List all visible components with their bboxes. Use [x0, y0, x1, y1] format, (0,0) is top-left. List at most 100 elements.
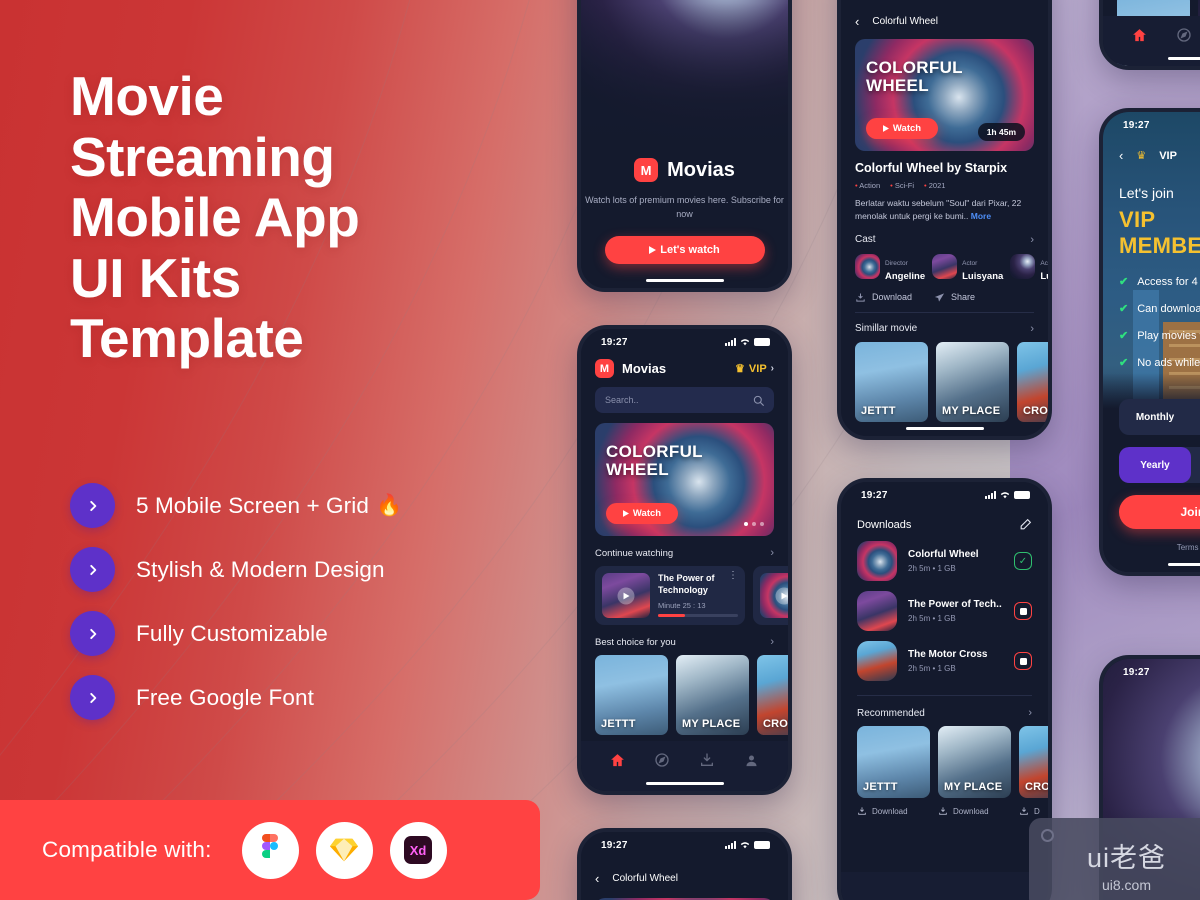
lets-watch-button[interactable]: Let's watch	[604, 236, 765, 264]
crown-icon: ♛	[1136, 150, 1147, 162]
poster-title-line1: COLORFUL	[866, 58, 963, 77]
chevron-right-icon[interactable]: ›	[770, 636, 774, 648]
vip-lets-join: Let's join	[1119, 185, 1174, 201]
tab-download-icon[interactable]	[957, 879, 977, 899]
chevron-right-icon: ›	[770, 363, 774, 374]
cast-role: Actor	[1040, 259, 1048, 267]
status-badge-downloading[interactable]	[1014, 652, 1032, 670]
title-line: Mobile App	[70, 186, 360, 248]
chevron-right-icon	[70, 675, 115, 720]
benefit-item: ✔ Play movies with HD	[1119, 329, 1200, 343]
play-icon[interactable]	[617, 587, 635, 604]
tab-home-icon[interactable]	[1129, 25, 1149, 45]
movie-card[interactable]: CROSS	[1017, 341, 1048, 422]
watermark: ui老爸 ui8.com	[1029, 818, 1200, 900]
cast-member[interactable]: Actor Lu	[1010, 252, 1048, 282]
app-brand: M Movias	[581, 158, 788, 183]
item-title: The Motor Cross	[908, 649, 988, 660]
status-badge-downloading[interactable]	[1014, 602, 1032, 620]
search-icon	[753, 395, 764, 406]
vip-link[interactable]: ♛ VIP ›	[735, 362, 774, 376]
movie-card[interactable]: JETTT Download	[857, 726, 930, 816]
cast-member[interactable]: Actor Luisyana	[932, 252, 1003, 282]
status-badge-done[interactable]: ✓	[1014, 552, 1032, 570]
section-title: Recommended	[857, 707, 925, 719]
carousel-dots[interactable]	[744, 522, 764, 526]
movie-card[interactable]: JETTT	[595, 655, 668, 735]
check-icon: ✔	[1119, 330, 1129, 342]
chevron-right-icon[interactable]: ›	[1030, 323, 1034, 335]
continue-watching-header: Continue watching ›	[581, 547, 788, 559]
terms-of-service-link[interactable]: Terms of Service	[1103, 543, 1200, 552]
join-now-button[interactable]: Join now	[1119, 495, 1200, 529]
tab-profile-icon[interactable]	[742, 750, 762, 770]
status-bar: 19:27	[1103, 112, 1200, 138]
download-action[interactable]: Download	[857, 806, 930, 816]
tab-profile-icon[interactable]	[1002, 879, 1022, 899]
movie-title: JETTT	[863, 781, 898, 793]
tab-compass-icon[interactable]	[912, 879, 932, 899]
thumbnail	[857, 541, 897, 581]
chevron-right-icon[interactable]: ›	[770, 547, 774, 559]
watch-button[interactable]: Watch	[606, 503, 678, 524]
table-row[interactable]: The Motor Cross 2h 5m • 1 GB	[841, 631, 1048, 681]
table-row[interactable]: Colorful Wheel 2h 5m • 1 GB ✓	[841, 531, 1048, 581]
tab-compass-icon[interactable]	[652, 750, 672, 770]
movie-card[interactable]: CROSS	[757, 655, 788, 735]
cast-member[interactable]: Director Angeline	[855, 252, 925, 282]
watch-button[interactable]: Watch	[866, 118, 938, 139]
pencil-icon[interactable]	[1019, 518, 1032, 531]
tab-compass-icon[interactable]	[1174, 25, 1194, 45]
download-action[interactable]: D	[1019, 806, 1048, 816]
feature-item: 5 Mobile Screen + Grid 🔥	[70, 483, 540, 528]
play-icon	[649, 246, 657, 254]
plan-monthly[interactable]: Monthly $25	[1119, 399, 1200, 435]
search-input[interactable]: Search..	[595, 387, 774, 413]
thumbnail	[857, 641, 897, 681]
movie-card[interactable]: MY PLACE	[936, 341, 1009, 422]
list-item[interactable]: The Power of Technology ⋮ Minute 25 : 13	[595, 566, 745, 625]
feature-list: 5 Mobile Screen + Grid 🔥 Stylish & Moder…	[70, 483, 540, 739]
more-link[interactable]: More	[971, 211, 991, 221]
featured-movie-card[interactable]: COLORFUL WHEEL Watch	[595, 423, 774, 536]
download-action[interactable]: Download	[938, 806, 1011, 816]
chevron-right-icon[interactable]: ›	[1030, 234, 1034, 246]
download-action[interactable]: Download	[855, 292, 912, 303]
chevron-right-icon[interactable]: ›	[1028, 707, 1032, 719]
share-action[interactable]: Share	[934, 292, 975, 303]
back-icon[interactable]: ‹	[855, 14, 859, 29]
download-label: Download	[872, 806, 908, 816]
movie-card[interactable]: CROSS D	[1019, 726, 1048, 816]
movie-card[interactable]: MY PLACE Download	[938, 726, 1011, 816]
tab-home-icon[interactable]	[607, 750, 627, 770]
feature-label: Fully Customizable	[136, 620, 328, 646]
recommended-header: Recommended ›	[841, 707, 1048, 719]
list-item[interactable]	[753, 566, 788, 625]
back-icon[interactable]: ‹	[1119, 148, 1123, 163]
compatible-label: Compatible with:	[42, 837, 212, 862]
more-options-icon[interactable]: ⋮	[728, 570, 738, 596]
watermark-logo: ui老爸	[1086, 842, 1166, 873]
similar-list: JETTT MY PLACE CROSS	[841, 335, 1048, 422]
tab-home-icon[interactable]	[867, 879, 887, 899]
movie-poster: COLORFUL WHEEL Watch 1h 45m	[855, 39, 1034, 151]
back-icon[interactable]: ‹	[595, 871, 599, 886]
movie-card[interactable]: JETTT	[855, 341, 928, 422]
plan-yearly[interactable]: Yearly $30	[1119, 447, 1200, 483]
table-row[interactable]: The Power of Tech.. 2h 5m • 1 GB	[841, 581, 1048, 631]
cast-list: Director Angeline Actor Luisyana Actor Lu	[841, 246, 1048, 282]
chevron-right-icon	[70, 547, 115, 592]
battery-icon	[754, 338, 770, 346]
feature-label: Stylish & Modern Design	[136, 556, 385, 582]
section-title: Cast	[855, 234, 876, 245]
cast-name: Luisyana	[962, 270, 1004, 282]
benefit-item: ✔ Can download movies	[1119, 302, 1200, 316]
item-title: The Power of Tech..	[908, 599, 1002, 610]
share-icon	[934, 292, 945, 302]
cast-role: Actor	[962, 259, 978, 267]
section-title: Simillar movie	[855, 323, 918, 334]
play-icon[interactable]	[775, 587, 788, 604]
tab-download-icon[interactable]	[697, 750, 717, 770]
search-placeholder: Search..	[605, 395, 639, 405]
movie-card[interactable]: MY PLACE	[676, 655, 749, 735]
